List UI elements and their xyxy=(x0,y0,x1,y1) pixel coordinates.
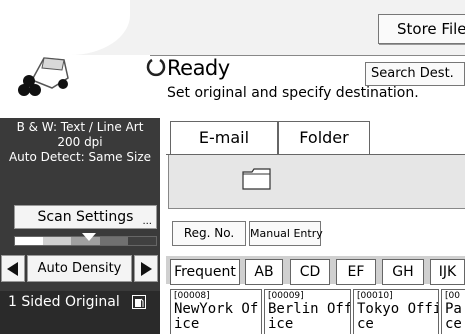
original-type-label: 1 Sided Original xyxy=(8,294,120,310)
destination-button[interactable]: [00008] NewYork Of ice xyxy=(170,289,262,334)
status-title: Ready xyxy=(167,56,230,80)
status-message: Set original and specify destination. xyxy=(167,85,419,101)
destination-button[interactable]: [00 Pa ce xyxy=(441,289,465,334)
density-marker-icon xyxy=(82,233,96,241)
search-destination-button[interactable]: Search Dest. xyxy=(365,62,465,86)
more-dots-icon: ... xyxy=(142,216,152,227)
original-orientation-icon xyxy=(132,295,146,309)
registration-number-button[interactable]: Reg. No. xyxy=(172,221,246,246)
auto-density-button[interactable]: Auto Density xyxy=(27,255,132,282)
scan-settings-label: Scan Settings xyxy=(37,209,134,225)
scan-mode-text: B & W: Text / Line Art xyxy=(16,120,144,134)
folder-icon xyxy=(242,168,272,194)
scan-resolution-text: 200 dpi xyxy=(57,135,103,149)
index-tab-ijk[interactable]: IJK xyxy=(430,259,465,285)
destination-name: Berlin Off ice xyxy=(268,301,351,332)
index-tab-cd[interactable]: CD xyxy=(290,259,330,285)
density-lighter-button[interactable] xyxy=(1,255,25,282)
selected-destination-area xyxy=(168,155,465,209)
destination-button[interactable]: [00009] Berlin Off ice xyxy=(264,289,351,334)
tab-folder[interactable]: Folder xyxy=(278,121,370,155)
index-tab-gh[interactable]: GH xyxy=(382,259,424,285)
tab-email[interactable]: E-mail xyxy=(170,121,278,155)
destination-name: Pa ce xyxy=(445,301,462,332)
index-tab-ef[interactable]: EF xyxy=(336,259,376,285)
spinner-icon xyxy=(146,56,166,84)
density-darker-button[interactable] xyxy=(134,255,158,282)
triangle-right-icon xyxy=(141,262,152,276)
scan-size-text: Auto Detect: Same Size xyxy=(8,150,152,164)
store-file-button[interactable]: Store File xyxy=(378,14,465,44)
scan-settings-button[interactable]: Scan Settings ... xyxy=(14,205,157,229)
destination-name: NewYork Of ice xyxy=(174,301,259,332)
triangle-left-icon xyxy=(7,262,18,276)
original-type-button[interactable]: 1 Sided Original xyxy=(0,291,160,334)
index-tab-frequent[interactable]: Frequent xyxy=(170,259,240,285)
destination-name: Tokyo Offi ce xyxy=(357,301,439,332)
destination-button[interactable]: [00010] Tokyo Offi ce xyxy=(353,289,439,334)
scan-settings-summary: B & W: Text / Line Art 200 dpi Auto Dete… xyxy=(0,120,160,165)
manual-entry-button[interactable]: Manual Entry xyxy=(249,221,323,246)
index-tab-ab[interactable]: AB xyxy=(245,259,283,285)
scanner-logo-icon xyxy=(16,48,78,98)
